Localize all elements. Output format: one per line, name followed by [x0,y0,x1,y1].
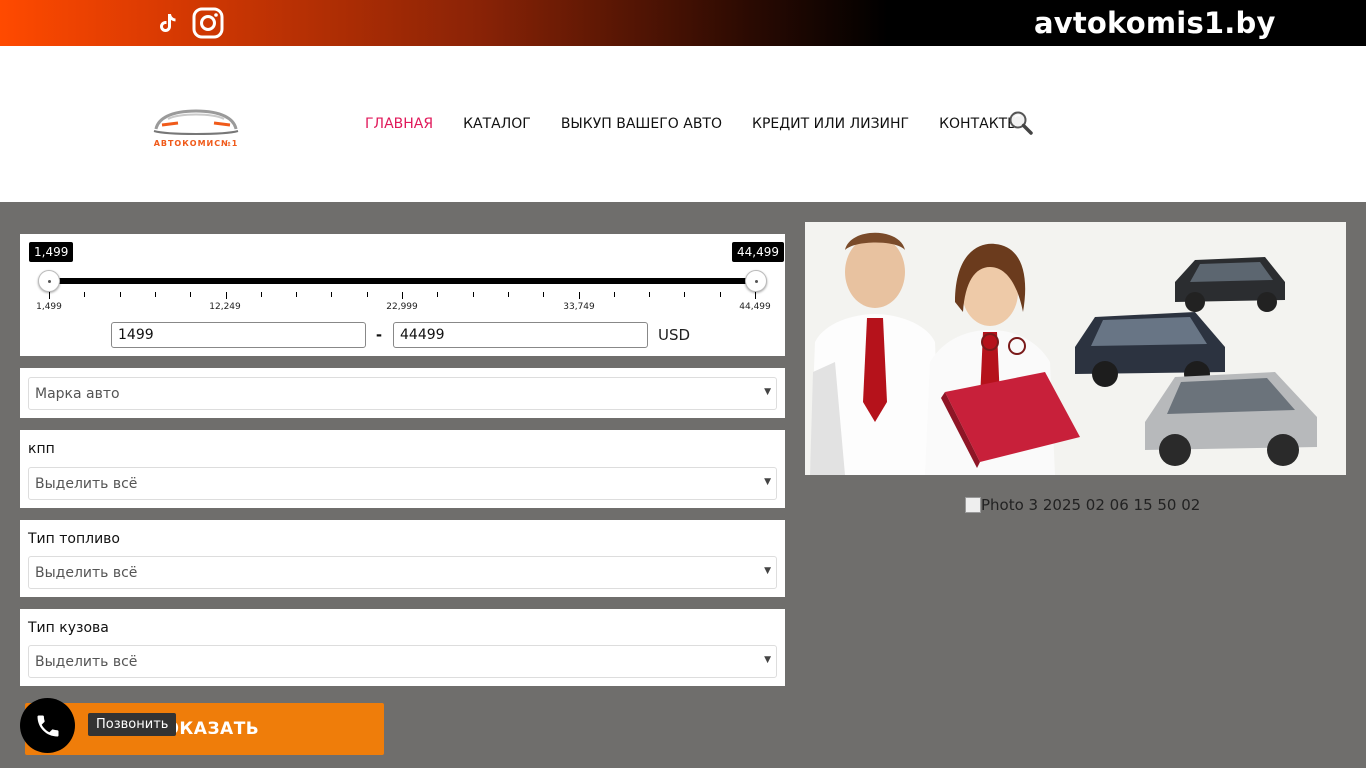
nav-item-credit-leasing[interactable]: КРЕДИТ ИЛИ ЛИЗИНГ [752,116,909,132]
broken-image-alt: Photo 3 2025 02 06 15 50 02 [981,496,1201,514]
chevron-down-icon: ▼ [764,477,771,487]
nav-item-home[interactable]: ГЛАВНАЯ [365,116,433,132]
price-tick-label: 1,499 [36,302,62,312]
price-tick-label: 22,999 [386,302,418,312]
chevron-down-icon: ▼ [764,387,771,397]
phone-icon [37,715,58,736]
price-slider-tick [437,292,439,297]
chevron-down-icon: ▼ [764,566,771,576]
promo-banner-image [805,222,1346,475]
brand-filter: Марка авто ▼ [20,368,785,418]
price-slider-tick [472,292,474,297]
price-slider-track[interactable] [48,278,756,284]
price-slider-tick [507,292,509,297]
price-slider-tick [755,292,756,299]
car-logo-icon [153,109,239,135]
brand-select[interactable]: Марка авто ▼ [28,377,777,410]
fuel-label: Тип топливо [28,531,120,547]
price-slider-tick [366,292,368,297]
price-slider-tick [649,292,651,297]
price-tick-label: 12,249 [209,302,241,312]
price-min-input[interactable] [111,322,366,348]
chevron-down-icon: ▼ [764,655,771,665]
transmission-select[interactable]: Выделить всё ▼ [28,467,777,500]
price-slider-tick [613,292,615,297]
promo-banner [805,222,1346,475]
price-slider-tick [225,292,227,299]
price-separator: - [376,324,382,344]
brand-select-placeholder: Марка авто [35,386,120,402]
top-bar: avtokomis1.by [0,0,1366,46]
price-min-tooltip: 1,499 [29,242,74,262]
fuel-select-value: Выделить всё [35,565,138,581]
price-slider-tick [402,292,403,299]
broken-image: Photo 3 2025 02 06 15 50 02 [965,496,1200,514]
price-max-input[interactable] [393,322,648,348]
price-tick-label: 44,499 [739,302,771,312]
price-slider-tick [684,292,686,297]
price-slider-tick [260,292,262,297]
price-slider-tick [543,292,545,297]
price-tick-label: 33,749 [563,302,595,312]
fuel-filter: Тип топливо Выделить всё ▼ [20,520,785,597]
nav-item-buyout[interactable]: ВЫКУП ВАШЕГО АВТО [561,116,722,132]
price-filter: 1,499 44,499 1,499 12,249 22,999 33,749 … [20,234,785,356]
site-header: АВТОКОМИС№1 ГЛАВНАЯ КАТАЛОГ ВЫКУП ВАШЕГО… [0,46,1366,202]
body-type-select-value: Выделить всё [35,654,138,670]
price-max-tooltip: 44,499 [732,242,784,262]
price-slider-max-handle[interactable] [745,270,767,292]
price-slider-tick [49,292,50,299]
site-domain[interactable]: avtokomis1.by [1034,6,1276,40]
show-results-button[interactable]: ПОКАЗАТЬ [25,703,384,755]
price-slider-tick [296,292,298,297]
price-slider-tick [190,292,192,297]
transmission-filter: кпп Выделить всё ▼ [20,430,785,508]
search-icon[interactable] [1008,110,1034,136]
price-slider-tick [331,292,333,297]
price-slider-tick [578,292,580,299]
price-currency: USD [658,326,691,344]
fuel-select[interactable]: Выделить всё ▼ [28,556,777,589]
transmission-label: кпп [28,441,55,457]
instagram-icon[interactable] [192,7,224,39]
logo-text: АВТОКОМИС№1 [153,139,239,148]
transmission-select-value: Выделить всё [35,476,138,492]
call-tooltip: Позвонить [88,713,177,736]
main-nav: ГЛАВНАЯ КАТАЛОГ ВЫКУП ВАШЕГО АВТО КРЕДИТ… [365,116,1050,132]
body-type-filter: Тип кузова Выделить всё ▼ [20,609,785,686]
site-logo[interactable]: АВТОКОМИС№1 [148,101,244,151]
price-slider-min-handle[interactable] [38,270,60,292]
price-slider-tick [719,292,721,297]
body-type-select[interactable]: Выделить всё ▼ [28,645,777,678]
body-type-label: Тип кузова [28,620,109,636]
price-slider-tick [154,292,156,297]
call-button[interactable] [20,698,75,753]
price-slider-tick [84,292,86,297]
tiktok-icon[interactable] [156,11,178,35]
nav-item-catalog[interactable]: КАТАЛОГ [463,116,531,132]
price-slider-tick [119,292,121,297]
broken-image-icon [965,497,981,513]
